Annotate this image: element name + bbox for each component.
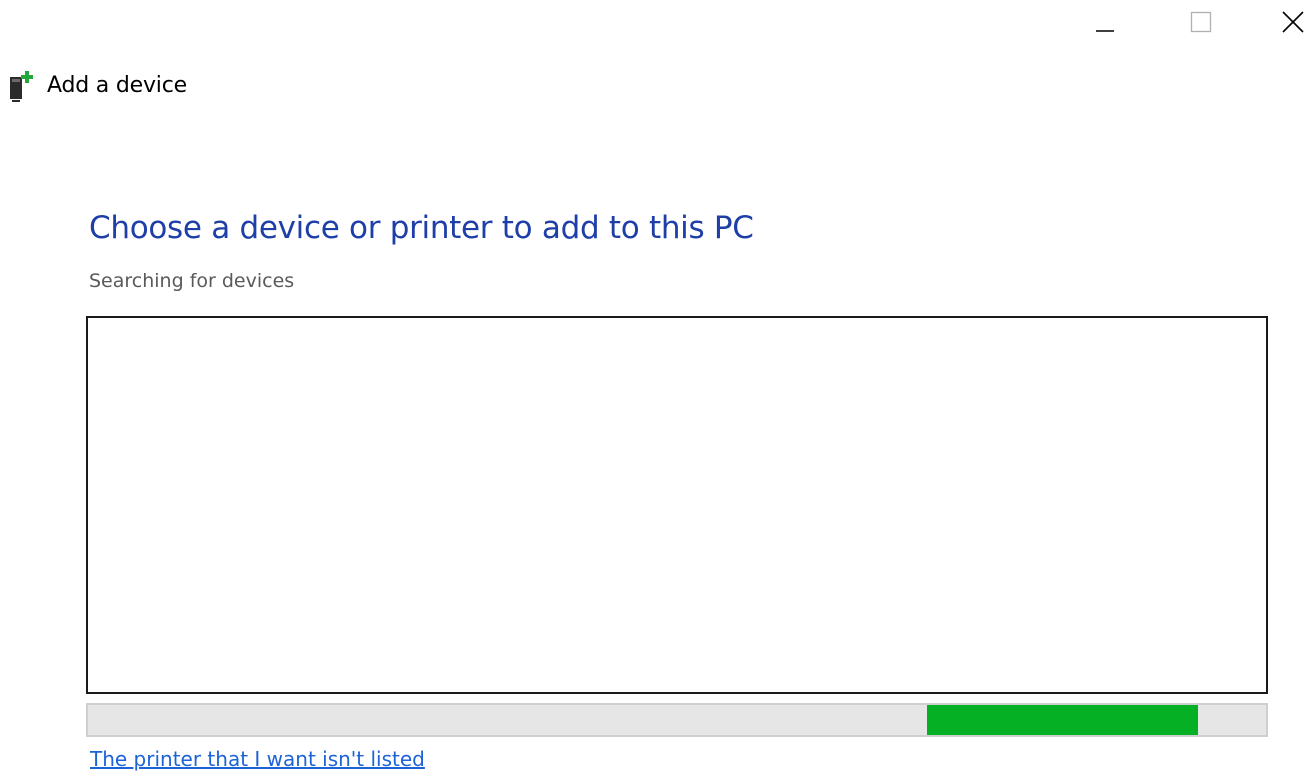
search-status-text: Searching for devices	[89, 270, 295, 292]
add-device-window: Add a device Choose a device or printer …	[0, 0, 1316, 779]
close-button[interactable]	[1270, 0, 1316, 44]
minimize-button[interactable]	[1081, 0, 1127, 44]
maximize-icon	[1190, 11, 1212, 33]
printer-not-listed-link[interactable]: The printer that I want isn't listed	[90, 747, 425, 771]
progress-marquee-segment	[927, 705, 1198, 735]
minimize-icon	[1096, 30, 1114, 32]
device-list[interactable]	[86, 316, 1268, 694]
search-progress-bar	[86, 703, 1268, 737]
page-heading: Choose a device or printer to add to thi…	[89, 210, 754, 246]
maximize-button[interactable]	[1178, 0, 1224, 44]
window-title: Add a device	[47, 72, 187, 98]
close-icon	[1282, 11, 1304, 33]
add-device-icon	[10, 71, 33, 102]
title-bar: Add a device	[9, 66, 187, 104]
